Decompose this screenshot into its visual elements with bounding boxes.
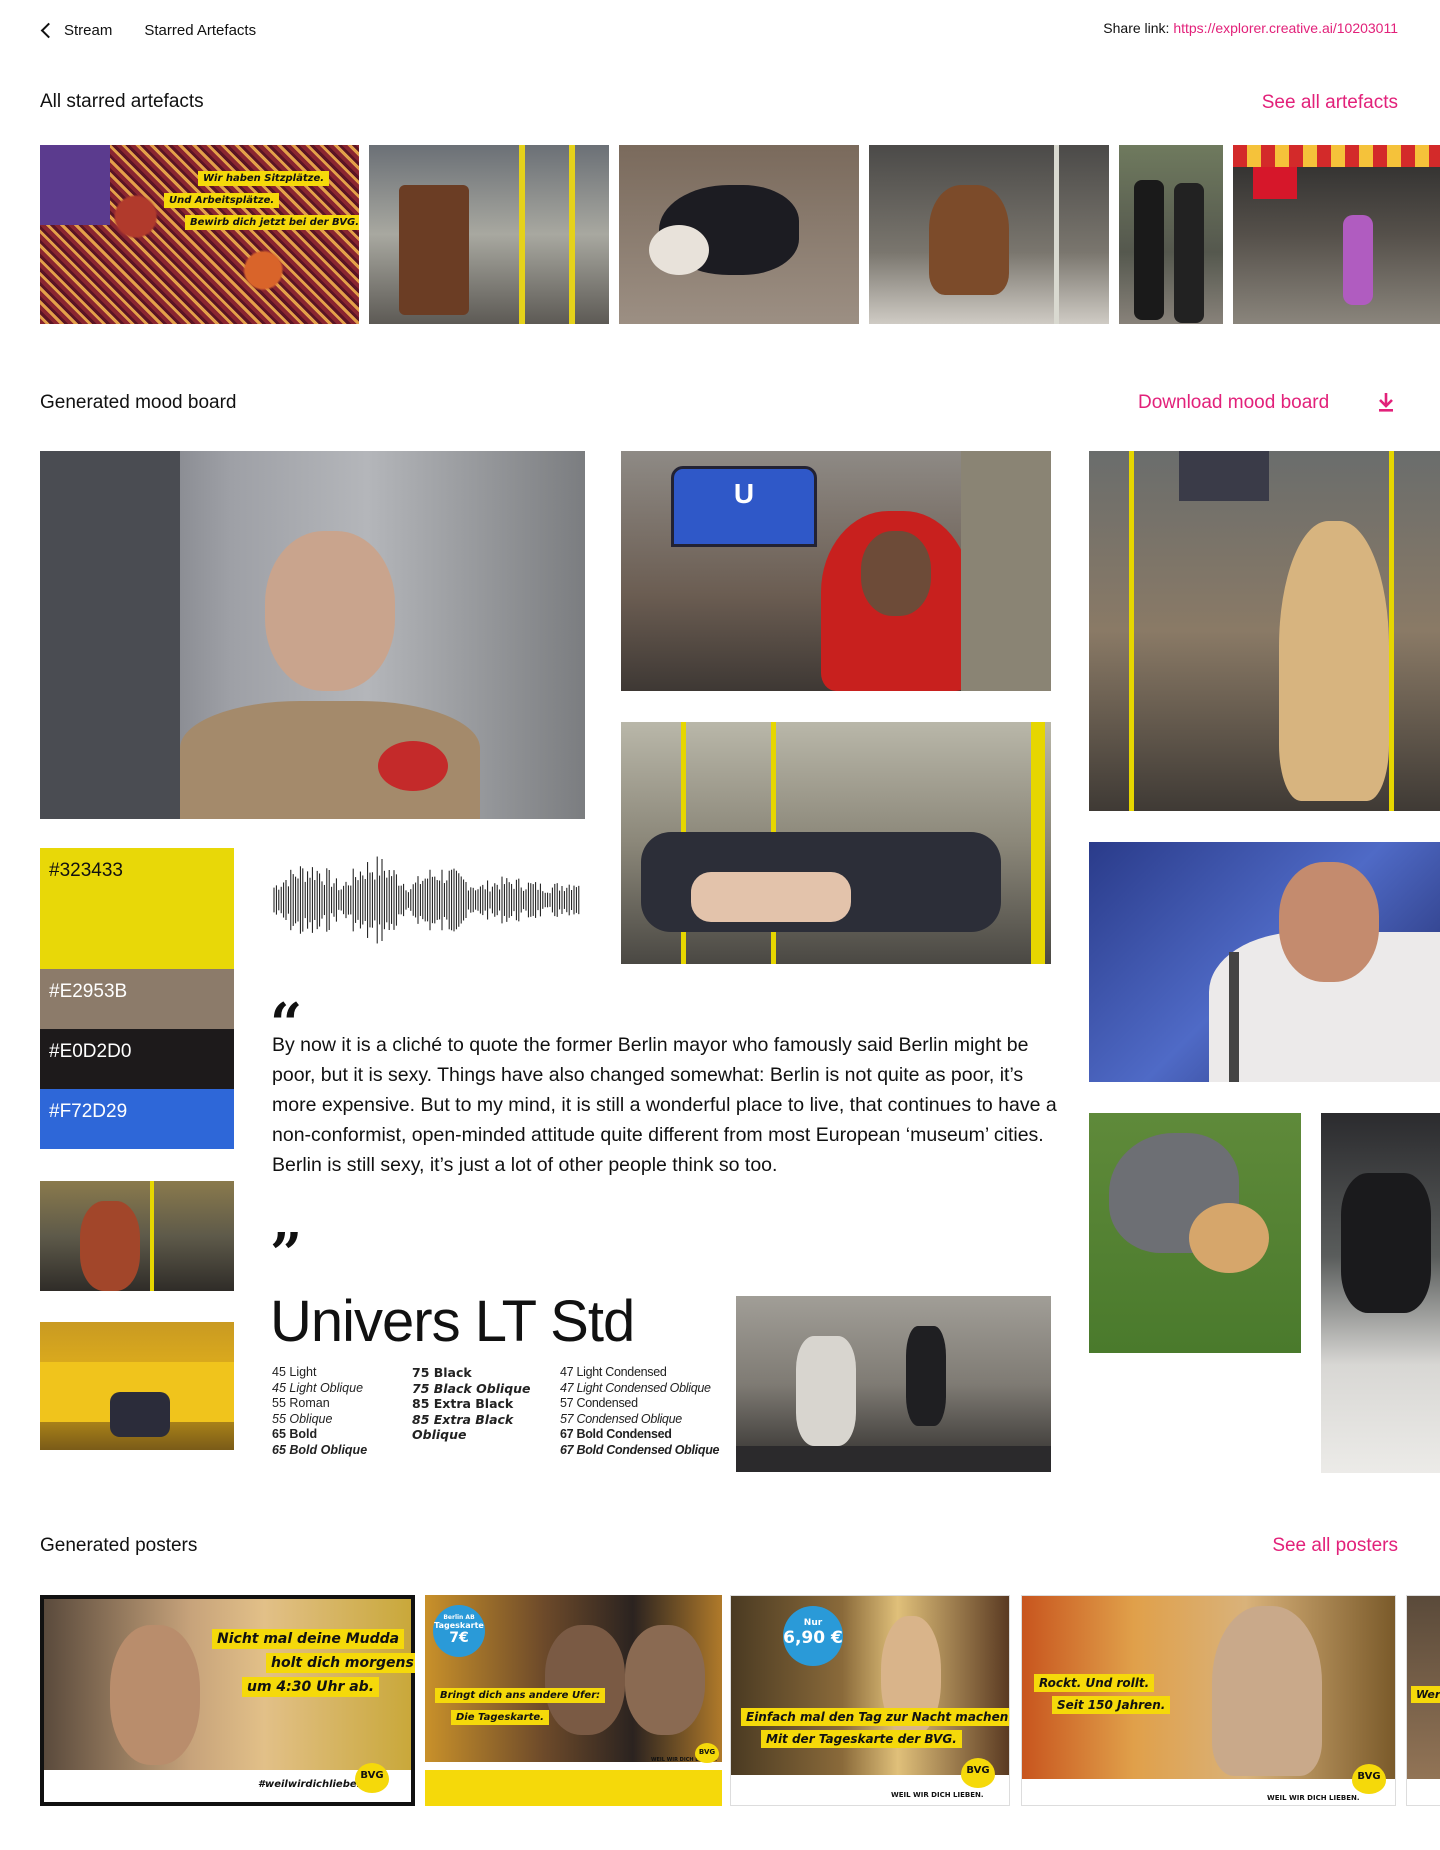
share-prefix: Share link:: [1103, 20, 1170, 36]
poster-3-price-badge: Nur 6,90 €: [783, 1606, 843, 1666]
starred-thumb-6[interactable]: [1233, 145, 1440, 324]
poster-1-line-3: um 4:30 Uhr ab.: [242, 1677, 380, 1697]
font-weights-col-2: 75 Black 75 Black Oblique 85 Extra Black…: [412, 1365, 531, 1443]
moodboard-section-title: Generated mood board: [40, 392, 237, 413]
font-weight: 75 Black Oblique: [412, 1380, 531, 1396]
poster-3-line-1: Einfach mal den Tag zur Nacht machen.: [741, 1708, 1009, 1726]
starred-thumb-4[interactable]: [869, 145, 1109, 324]
starred-section-title: All starred artefacts: [40, 91, 204, 112]
font-weight: 45 Light: [272, 1365, 317, 1379]
font-weight: 65 Bold Oblique: [272, 1442, 368, 1457]
font-weight: 55 Oblique: [272, 1411, 333, 1426]
download-moodboard-link[interactable]: Download mood board: [1138, 392, 1329, 414]
swatch-label: #E2953B: [49, 981, 128, 1002]
poster-4-line-2: Seit 150 Jahren.: [1052, 1696, 1171, 1714]
badge-price: 7€: [449, 1630, 469, 1646]
current-page-label: Starred Artefacts: [144, 21, 257, 39]
font-weight: 47 Light Condensed Oblique: [560, 1380, 711, 1395]
font-weight: 57 Condensed Oblique: [560, 1411, 682, 1426]
font-specimen-name: Univers LT Std: [270, 1289, 635, 1354]
starred-overlay-line-2: Und Arbeitsplätze.: [164, 193, 280, 208]
back-label: Stream: [64, 21, 113, 39]
audio-waveform: [273, 856, 580, 944]
see-all-posters-link[interactable]: See all posters: [1272, 1535, 1398, 1557]
share-link: Share link: https://explorer.creative.ai…: [1103, 20, 1398, 36]
poster-1-hashtag: #weilwirdichlieben: [258, 1779, 364, 1790]
back-to-stream-link[interactable]: Stream: [40, 22, 112, 39]
palette-swatch-1: #323433: [40, 848, 234, 969]
poster-3-line-2: Mit der Tageskarte der BVG.: [761, 1730, 962, 1748]
poster-5[interactable]: Wer: [1406, 1595, 1440, 1806]
poster-2-line-1: Bringt dich ans andere Ufer:: [435, 1688, 606, 1703]
poster-1-line-2: holt dich morgens: [266, 1653, 415, 1673]
poster-4-line-1: Rockt. Und rollt.: [1034, 1674, 1155, 1692]
font-weight: 45 Light Oblique: [272, 1380, 364, 1395]
starred-thumb-1[interactable]: Wir haben Sitzplätze. Und Arbeitsplätze.…: [40, 145, 359, 324]
starred-overlay-line-3: Bewirb dich jetzt bei der BVG.: [185, 215, 359, 230]
moodboard-singer: [1089, 842, 1440, 1082]
font-weight: 57 Condensed: [560, 1396, 638, 1410]
moodboard-subway-portrait: U: [621, 451, 1051, 691]
poster-2[interactable]: Berlin AB Tageskarte 7€ Bringt dich ans …: [425, 1595, 722, 1806]
bvg-logo-icon: BVG: [1352, 1764, 1386, 1794]
share-url-link[interactable]: https://explorer.creative.ai/10203011: [1173, 20, 1398, 36]
bvg-logo-icon: BVG: [695, 1743, 719, 1763]
font-weight: 85 Extra Black: [412, 1396, 514, 1411]
moodboard-train-riders: [621, 722, 1051, 964]
badge-price: 6,90 €: [783, 1628, 843, 1648]
poster-1-line-1: Nicht mal deine Mudda: [212, 1629, 405, 1649]
moodboard-snow-photo: [1321, 1113, 1440, 1473]
font-weight: 67 Bold Condensed Oblique: [560, 1442, 720, 1457]
starred-thumb-5[interactable]: [1119, 145, 1223, 324]
starred-thumb-3[interactable]: [619, 145, 859, 324]
poster-4-slogan: WEIL WIR DICH LIEBEN.: [1267, 1794, 1360, 1802]
download-icon[interactable]: [1377, 392, 1395, 414]
posters-section-title: Generated posters: [40, 1535, 198, 1556]
breadcrumb: Stream Starred Artefacts: [40, 18, 256, 42]
moodboard-yellow-train: [40, 1322, 234, 1450]
badge-top: Nur: [803, 1618, 823, 1628]
poster-4[interactable]: Rockt. Und rollt. Seit 150 Jahren. BVG W…: [1021, 1595, 1396, 1806]
font-weight: 65 Bold: [272, 1427, 318, 1441]
badge-mid: Tageskarte: [434, 1621, 484, 1630]
font-weight: 55 Roman: [272, 1396, 330, 1410]
poster-1[interactable]: Nicht mal deine Mudda holt dich morgens …: [40, 1595, 415, 1806]
font-weights-col-1: 45 Light 45 Light Oblique 55 Roman 55 Ob…: [272, 1365, 367, 1458]
bvg-logo-icon: BVG: [961, 1758, 995, 1788]
quote-close-icon: ”: [270, 1221, 303, 1287]
starred-overlay-line-1: Wir haben Sitzplätze.: [198, 171, 330, 186]
moodboard-shark-dog: [1089, 1113, 1301, 1353]
moodboard-dancer: [1089, 451, 1440, 811]
font-weights-col-3: 47 Light Condensed 47 Light Condensed Ob…: [560, 1365, 719, 1458]
poster-2-line-2: Die Tageskarte.: [451, 1710, 549, 1725]
badge-top: Berlin AB: [443, 1614, 475, 1621]
font-weight: Oblique: [412, 1427, 467, 1442]
poster-2-price-badge: Berlin AB Tageskarte 7€: [433, 1605, 485, 1657]
chevron-left-icon: [40, 22, 57, 38]
swatch-label: #323433: [49, 860, 123, 881]
font-weight: 47 Light Condensed: [560, 1365, 667, 1379]
poster-5-line-1: Wer: [1411, 1686, 1440, 1703]
palette-swatch-3: #E0D2D0: [40, 1029, 234, 1089]
palette-swatch-2: #E2953B: [40, 969, 234, 1029]
palette-swatch-4: #F72D29: [40, 1089, 234, 1149]
poster-3-slogan: WEIL WIR DICH LIEBEN.: [891, 1791, 984, 1799]
swatch-label: #F72D29: [49, 1101, 128, 1122]
swatch-label: #E0D2D0: [49, 1041, 132, 1062]
bvg-logo-icon: BVG: [355, 1763, 389, 1793]
font-weight: 75 Black: [412, 1365, 472, 1380]
see-all-artefacts-link[interactable]: See all artefacts: [1262, 92, 1398, 114]
font-weight: 67 Bold Condensed: [560, 1427, 672, 1441]
moodboard-portrait: [40, 451, 585, 819]
subway-sign: U: [671, 466, 817, 547]
moodboard-station-musicians: [736, 1296, 1051, 1472]
moodboard-train-singer: [40, 1181, 234, 1291]
font-weight: 85 Extra Black: [412, 1411, 514, 1427]
poster-3[interactable]: Nur 6,90 € Einfach mal den Tag zur Nacht…: [730, 1595, 1010, 1806]
moodboard-quote: By now it is a cliché to quote the forme…: [272, 1034, 1057, 1176]
starred-thumb-2[interactable]: [369, 145, 609, 324]
